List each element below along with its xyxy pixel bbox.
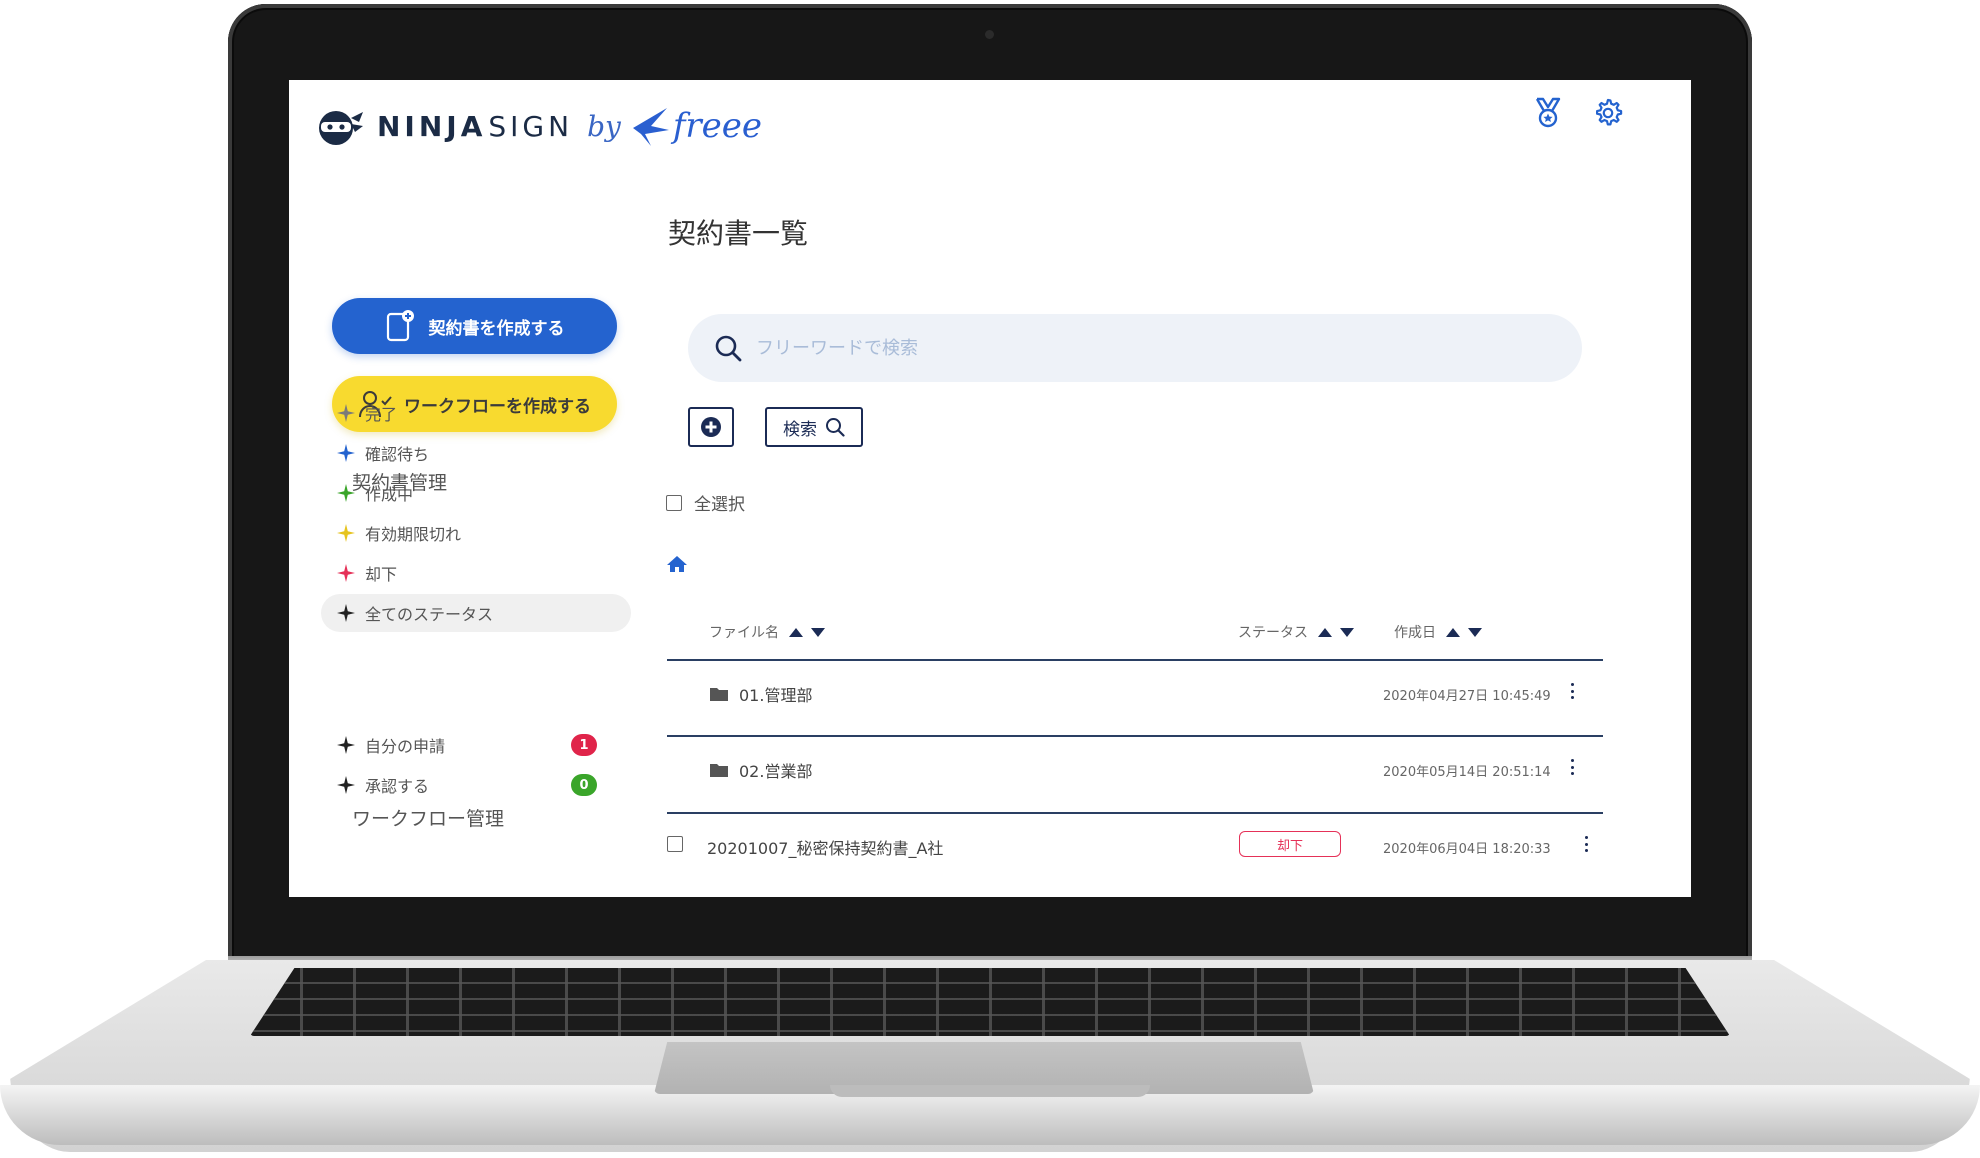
row-divider — [667, 812, 1603, 814]
sidebar: 契約書を作成する ワークフローを作成する 契約書管理 完了 確認待ち 作成中 有効期限… — [289, 170, 631, 897]
row-name: 02.営業部 — [709, 758, 812, 782]
count-badge: 0 — [571, 774, 597, 796]
shuriken-icon — [337, 604, 355, 622]
ninjasign-logo[interactable]: NINJA SIGN by freee — [315, 104, 762, 148]
select-all-checkbox[interactable] — [666, 494, 682, 511]
gear-icon[interactable] — [1591, 96, 1625, 130]
page-title: 契約書一覧 — [668, 217, 809, 250]
row-checkbox[interactable] — [667, 836, 683, 852]
header-icons — [1531, 96, 1625, 130]
brand-by-text: by — [587, 109, 621, 143]
filename-sort — [789, 627, 825, 637]
sidebar-item-label: 全てのステータス — [365, 605, 494, 624]
search-small-icon — [826, 418, 845, 437]
home-icon — [667, 556, 687, 572]
shuriken-icon — [337, 564, 355, 582]
shuriken-icon — [337, 524, 355, 542]
sidebar-workflow-item[interactable]: 自分の申請 1 — [321, 726, 631, 764]
sort-desc-icon[interactable] — [1340, 627, 1354, 637]
sidebar-contract-item[interactable]: 確認待ち — [321, 434, 631, 472]
sidebar-item-label: 有効期限切れ — [365, 525, 462, 544]
shuriken-icon — [337, 776, 355, 794]
sidebar-item-label: 完了 — [365, 405, 398, 424]
plus-circle-icon — [701, 417, 721, 437]
more-options-icon[interactable] — [1567, 757, 1577, 777]
home-breadcrumb[interactable] — [666, 554, 688, 578]
brand-ninja-text: NINJA — [377, 109, 487, 143]
column-created-label: 作成日 — [1394, 625, 1436, 641]
workflow-section-title: ワークフロー管理 — [352, 808, 505, 830]
status-sort — [1318, 627, 1354, 637]
sidebar-item-label: 承認する — [365, 777, 430, 796]
sidebar-contract-item[interactable]: 全てのステータス — [321, 594, 631, 632]
search-input[interactable] — [756, 337, 1516, 359]
count-badge: 1 — [571, 734, 597, 756]
app-header: NINJA SIGN by freee — [289, 80, 1691, 170]
create-contract-label: 契約書を作成する — [428, 318, 565, 339]
row-divider — [667, 735, 1603, 737]
laptop-keyboard-rows — [250, 968, 1730, 1036]
brand-freee-text: freee — [672, 106, 763, 146]
main-content: 契約書一覧 検索 全選択 — [629, 170, 1691, 897]
created-sort — [1446, 627, 1482, 637]
column-created: 作成日 — [1394, 622, 1482, 642]
column-status: ステータス — [1238, 622, 1354, 642]
webcam — [985, 30, 994, 39]
shuriken-icon — [337, 444, 355, 462]
create-contract-button[interactable]: 契約書を作成する — [332, 298, 617, 354]
sort-asc-icon[interactable] — [1318, 627, 1332, 637]
folder-name: 02.営業部 — [739, 762, 813, 781]
freee-logo: freee — [631, 104, 762, 148]
sidebar-item-label: 却下 — [365, 565, 398, 584]
shuriken-icon — [337, 736, 355, 754]
file-name: 20201007_秘密保持契約書_A社 — [707, 839, 944, 858]
search-button-label: 検索 — [783, 419, 817, 440]
freee-bird-icon — [632, 108, 669, 146]
sidebar-item-label: 作成中 — [365, 485, 414, 504]
more-options-icon[interactable] — [1567, 681, 1577, 701]
row-name: 20201007_秘密保持契約書_A社 — [707, 835, 943, 859]
new-document-icon — [386, 310, 414, 342]
folder-row[interactable]: 01.管理部 2020年04月27日 10:45:49 — [667, 662, 1603, 722]
folder-name: 01.管理部 — [739, 686, 813, 705]
select-all: 全選択 — [666, 490, 745, 515]
shuriken-icon — [337, 484, 355, 502]
sort-asc-icon[interactable] — [789, 627, 803, 637]
folder-row[interactable]: 02.営業部 2020年05月14日 20:51:14 — [667, 738, 1603, 798]
row-date: 2020年04月27日 10:45:49 — [1383, 689, 1551, 704]
search-icon — [715, 335, 742, 362]
sidebar-workflow-item[interactable]: 承認する 0 — [321, 766, 631, 804]
ninja-mascot-icon — [315, 106, 365, 146]
sidebar-item-label: 自分の申請 — [365, 737, 446, 756]
sort-desc-icon[interactable] — [811, 627, 825, 637]
more-options-icon[interactable] — [1581, 834, 1591, 854]
status-badge: 却下 — [1239, 831, 1341, 857]
column-filename-label: ファイル名 — [709, 625, 779, 641]
brand-sign-text: SIGN — [488, 109, 574, 143]
sidebar-contract-item[interactable]: 却下 — [321, 554, 631, 592]
sidebar-contract-item[interactable]: 作成中 — [321, 474, 631, 512]
folder-icon — [710, 764, 728, 777]
select-all-label: 全選択 — [694, 495, 745, 515]
shuriken-icon — [337, 404, 355, 422]
column-status-label: ステータス — [1238, 625, 1308, 641]
row-date: 2020年05月14日 20:51:14 — [1383, 765, 1551, 780]
folder-icon — [710, 688, 728, 701]
sidebar-contract-item[interactable]: 有効期限切れ — [321, 514, 631, 552]
laptop-front-notch — [830, 1085, 1150, 1097]
row-date: 2020年06月04日 18:20:33 — [1383, 842, 1551, 857]
search-bar[interactable] — [688, 314, 1582, 382]
sidebar-item-label: 確認待ち — [365, 445, 430, 464]
table-header-divider — [667, 659, 1603, 661]
row-name: 01.管理部 — [709, 682, 812, 706]
sort-asc-icon[interactable] — [1446, 627, 1460, 637]
search-button[interactable]: 検索 — [765, 407, 863, 447]
sort-desc-icon[interactable] — [1468, 627, 1482, 637]
sidebar-contract-item[interactable]: 完了 — [321, 394, 631, 432]
column-filename: ファイル名 — [709, 622, 825, 642]
badge-ribbon-icon[interactable] — [1531, 96, 1565, 130]
app-screen: NINJA SIGN by freee 契約書を作成する ワークフローを作成する… — [289, 80, 1691, 897]
add-filter-button[interactable] — [688, 407, 734, 447]
file-row[interactable]: 20201007_秘密保持契約書_A社 却下 2020年06月04日 18:20:3… — [667, 815, 1603, 875]
